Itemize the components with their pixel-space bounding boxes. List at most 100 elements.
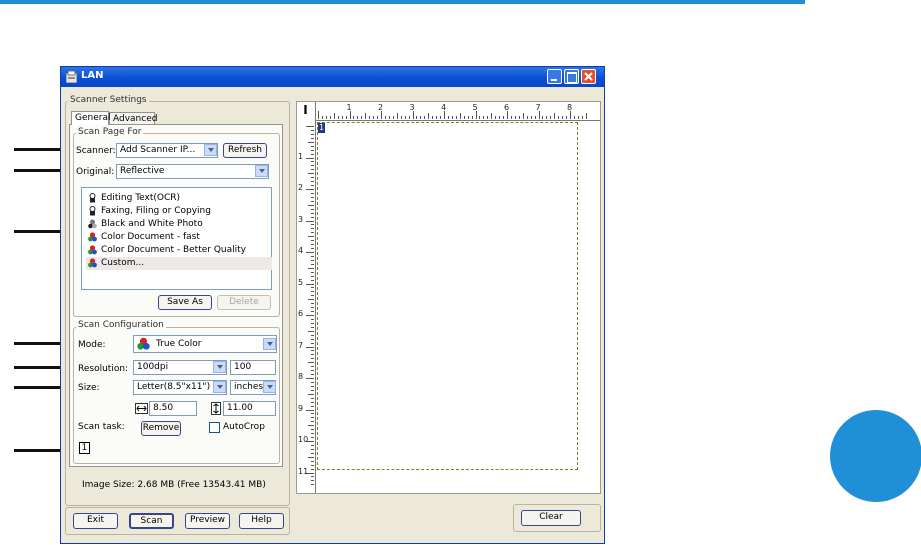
ruler-tick (311, 185, 314, 187)
chevron-down-icon[interactable] (255, 165, 268, 177)
ruler-tick (444, 111, 445, 119)
maximize-button[interactable] (564, 69, 579, 84)
ruler-tick (388, 116, 390, 119)
ruler-tick (455, 116, 457, 119)
list-item[interactable]: Color Document - Better Quality (86, 244, 272, 257)
ruler-tick (566, 116, 568, 119)
size-label: Size: (78, 383, 100, 393)
ruler-label: 2 (378, 103, 384, 112)
list-item[interactable]: Black and White Photo (86, 218, 272, 231)
list-item-label: Black and White Photo (101, 219, 203, 229)
ruler-tick (311, 263, 314, 265)
autocrop-checkbox[interactable] (209, 422, 220, 433)
preview-pane[interactable]: I 1 2 3 4 5 6 7 8 1 2 3 4 5 6 7 8 9 10 11 1 (296, 101, 601, 494)
ruler-tick (538, 111, 540, 119)
original-label: Original: (76, 167, 115, 177)
ruler-tick (311, 381, 314, 383)
ruler-tick (311, 401, 314, 403)
ruler-tick (396, 113, 398, 119)
ruler-tick (499, 116, 501, 119)
ruler-tick (311, 161, 314, 163)
refresh-button[interactable]: Refresh (223, 143, 267, 158)
ruler-tick (373, 116, 375, 119)
resolution-custom-input[interactable]: 100 (230, 360, 276, 375)
resolution-label: Resolution: (78, 364, 129, 374)
preview-button[interactable]: Preview (185, 513, 230, 529)
ruler-tick (475, 111, 477, 119)
mode-dropdown[interactable]: True Color (133, 335, 277, 353)
ruler-label: 4 (298, 246, 304, 255)
ruler-label: 7 (298, 340, 304, 350)
height-input[interactable]: 11.00 (223, 401, 276, 416)
chevron-down-icon[interactable] (263, 381, 276, 393)
scan-preset-list[interactable]: Editing Text(OCR) Faxing, Filing or Copy… (81, 187, 272, 290)
list-item[interactable]: Color Document - fast (86, 231, 272, 244)
scan-task-number[interactable]: 1 (79, 442, 90, 454)
ruler-tick (550, 116, 552, 119)
ruler-tick (311, 287, 314, 289)
ruler-tick (311, 429, 314, 431)
chevron-down-icon[interactable] (213, 361, 226, 373)
scanner-label: Scanner: (76, 146, 116, 156)
ruler-tick (311, 452, 314, 454)
exit-button[interactable]: Exit (73, 513, 118, 529)
ruler-tick (503, 116, 505, 119)
chevron-down-icon[interactable] (263, 338, 276, 350)
chevron-down-icon[interactable] (204, 144, 217, 156)
close-button[interactable] (581, 69, 596, 84)
ruler-tick (577, 116, 579, 119)
scanner-dropdown[interactable]: Add Scanner IP... (116, 143, 218, 158)
ruler-label: 9 (298, 403, 304, 413)
image-size-text: Image Size: 2.68 MB (Free 13543.41 MB) (82, 480, 266, 490)
list-item-selected[interactable]: Custom... (86, 257, 272, 270)
scanner-app-icon (65, 70, 78, 84)
ruler-tick (308, 267, 314, 269)
width-icon (135, 403, 148, 414)
ruler-tick (311, 476, 314, 478)
ruler-tick (361, 116, 363, 119)
chevron-down-icon[interactable] (213, 381, 226, 393)
delete-button[interactable]: Delete (217, 295, 271, 310)
ruler-tick (311, 181, 314, 183)
ruler-label: 1 (346, 103, 352, 112)
ruler-tick (491, 113, 493, 119)
ruler-tick (581, 116, 583, 119)
save-as-button[interactable]: Save As (158, 295, 212, 310)
list-item[interactable]: Faxing, Filing or Copying (86, 205, 272, 218)
ruler-tick (306, 378, 314, 379)
ruler-tick (311, 192, 314, 194)
ruler-tick (311, 350, 314, 352)
ruler-tick (487, 116, 489, 119)
clear-button[interactable]: Clear (521, 510, 581, 526)
ruler-tick (451, 116, 453, 119)
original-dropdown[interactable]: Reflective (116, 164, 269, 179)
width-input[interactable]: 8.50 (149, 401, 197, 416)
ruler-label: 3 (409, 103, 415, 112)
tab-general[interactable]: General (71, 111, 110, 125)
help-button[interactable]: Help (239, 513, 284, 529)
ruler-tick (554, 113, 556, 119)
scan-button[interactable]: Scan (129, 513, 174, 529)
ruler-label: 10 (298, 435, 309, 444)
ruler-label: 6 (298, 309, 304, 318)
minimize-button[interactable] (547, 69, 562, 84)
ruler-tick (353, 116, 355, 119)
scan-area-frame[interactable] (317, 122, 578, 470)
ruler-tick (306, 220, 314, 222)
resolution-dropdown-value: 100dpi (137, 362, 169, 372)
ruler-tick (428, 113, 430, 119)
ruler-tick (311, 208, 314, 210)
ruler-tick (542, 116, 544, 119)
ruler-tick (306, 346, 314, 348)
list-item[interactable]: Editing Text(OCR) (86, 192, 272, 205)
ruler-tick (357, 116, 359, 119)
ruler-label: 5 (472, 103, 478, 112)
scanner-settings-label: Scanner Settings (68, 95, 149, 105)
ruler-tick (349, 111, 351, 119)
remove-button[interactable]: Remove (141, 421, 181, 436)
ruler-label: 8 (298, 372, 304, 381)
ruler-tick (311, 228, 314, 230)
ruler-tick (308, 299, 314, 301)
mode-label: Mode: (78, 340, 106, 350)
ruler-tick (392, 116, 394, 119)
